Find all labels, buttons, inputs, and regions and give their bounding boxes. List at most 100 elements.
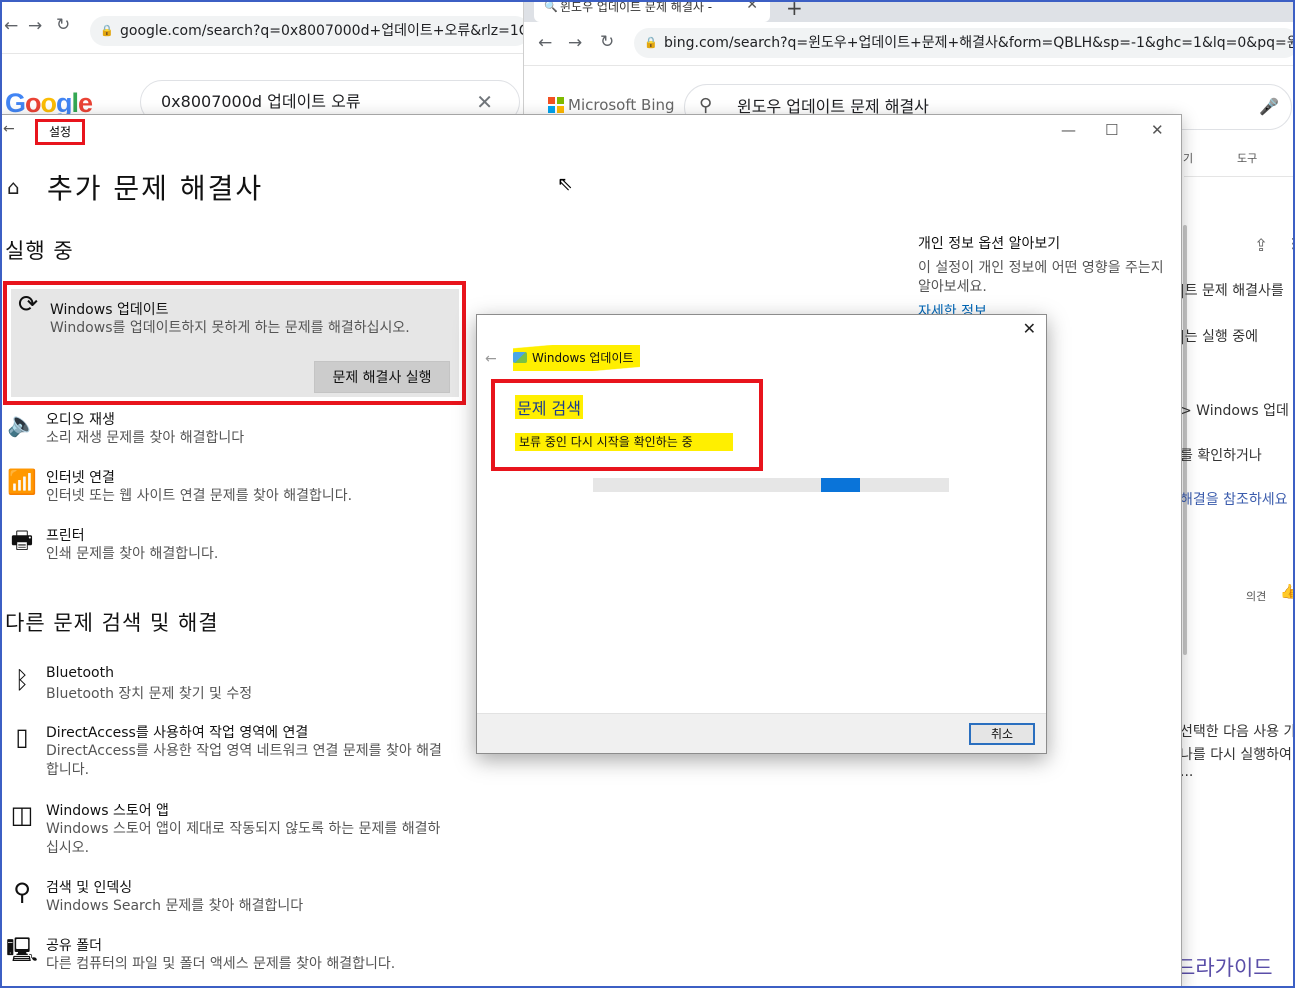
bluetooth-icon: ᛒ	[14, 666, 30, 694]
bing-logo[interactable]: Microsoft Bing	[548, 96, 675, 114]
progress-indicator	[821, 478, 860, 492]
network-folder-icon: 🖳	[5, 936, 39, 964]
home-icon[interactable]: ⌂	[7, 175, 20, 199]
site-watermark: 드라가이드	[1176, 956, 1273, 980]
mouse-cursor-icon: ⇖	[557, 173, 573, 195]
troubleshooter-internet[interactable]: 📶 인터넷 연결 인터넷 또는 웹 사이트 연결 문제를 찾아 해결합니다.	[5, 467, 475, 519]
feedback-label[interactable]: 의견	[1246, 588, 1266, 604]
lock-icon: 🔒	[644, 36, 658, 49]
bing-filter-partial[interactable]: 기	[1183, 150, 1193, 166]
item-name: 공유 폴더	[46, 938, 102, 954]
thumbs-up-icon[interactable]: 👍	[1280, 584, 1295, 600]
result-snippet-link[interactable]: 해결을 참조하세요	[1180, 489, 1288, 509]
dialog-title: Windows 업데이트	[513, 345, 640, 371]
item-desc: 인쇄 문제를 찾아 해결합니다.	[46, 546, 219, 562]
troubleshooter-dialog: ✕ ← Windows 업데이트 문제 검색 보류 중인 다시 시작을 확인하는…	[476, 314, 1047, 754]
printer-icon: 🖶	[10, 526, 34, 554]
back-arrow-icon[interactable]: ←	[538, 33, 552, 53]
close-tab-icon[interactable]: ✕	[746, 0, 758, 12]
maximize-icon[interactable]: ☐	[1105, 121, 1118, 139]
google-url-text: google.com/search?q=0x8007000d+업데이트+오류&r…	[120, 23, 530, 39]
item-desc: Bluetooth 장치 문제 찾기 및 수정	[46, 686, 253, 702]
sync-icon: ⟳	[17, 290, 39, 318]
other-section-header: 다른 문제 검색 및 해결	[5, 611, 219, 635]
item-name: Bluetooth	[46, 665, 114, 681]
troubleshooter-printer[interactable]: 🖶 프린터 인쇄 문제를 찾아 해결합니다.	[5, 525, 475, 577]
back-arrow-icon[interactable]: ←	[485, 351, 497, 367]
item-name: 검색 및 인덱싱	[46, 880, 133, 896]
privacy-text: 이 설정이 개인 정보에 어떤 영향을 주는지 알아보세요.	[918, 260, 1164, 295]
search-icon: 🔍	[544, 0, 558, 13]
google-search-query: 0x8007000d 업데이트 오류	[161, 92, 361, 111]
microsoft-logo-icon	[548, 97, 564, 113]
google-url-field[interactable]: 🔒 google.com/search?q=0x8007000d+업데이트+오류…	[90, 16, 530, 46]
windows-update-item[interactable]: ⟳ Windows 업데이트 Windows를 업데이트하지 못하게 하는 문제…	[11, 289, 459, 397]
bing-url-text: bing.com/search?q=윈도우+업데이트+문제+해결사&form=Q…	[664, 35, 1295, 51]
more-icon[interactable]: ⋮	[1286, 236, 1295, 252]
close-icon[interactable]: ✕	[1023, 319, 1036, 338]
phone-icon: ▯	[15, 723, 29, 751]
windows-update-highlight: ⟳ Windows 업데이트 Windows를 업데이트하지 못하게 하는 문제…	[3, 281, 466, 405]
google-address-bar-area: ← → ↻ 🔒 google.com/search?q=0x8007000d+업…	[2, 2, 542, 54]
running-section-header: 실행 중	[5, 239, 74, 263]
lock-icon: 🔒	[100, 24, 114, 37]
result-snippet: 선택한 다음 사용 가	[1180, 724, 1295, 740]
troubleshooter-directaccess[interactable]: ▯ DirectAccess를 사용하여 작업 영역에 연결 DirectAcc…	[5, 722, 475, 794]
settings-title-bar: ← 설정 — ☐ ✕	[1, 115, 1181, 149]
troubleshooter-bluetooth[interactable]: ᛒ Bluetooth Bluetooth 장치 문제 찾기 및 수정	[5, 665, 475, 717]
troubleshooter-audio[interactable]: 🔈 오디오 재생 소리 재생 문제를 찾아 해결합니다	[5, 409, 475, 461]
search-icon: ⚲	[13, 878, 31, 906]
settings-window-title: 설정	[35, 119, 85, 145]
windows-update-icon	[513, 352, 527, 363]
detecting-highlight: 문제 검색 보류 중인 다시 시작을 확인하는 중	[491, 379, 763, 471]
item-desc: DirectAccess를 사용한 작업 영역 네트워크 연결 문제를 찾아 해…	[46, 743, 442, 778]
troubleshooter-store-apps[interactable]: ◫ Windows 스토어 앱 Windows 스토어 앱이 제대로 작동되지 …	[5, 800, 475, 872]
result-snippet: ...	[1180, 764, 1194, 780]
result-snippet: |트 문제 해결사를	[1180, 283, 1284, 299]
cancel-button[interactable]: 취소	[969, 723, 1035, 745]
microphone-icon[interactable]: 🎤	[1259, 85, 1279, 129]
result-snippet: 를 확인하거나	[1180, 448, 1262, 464]
wifi-icon: 📶	[7, 468, 37, 496]
troubleshooter-shared-folders[interactable]: 🖳 공유 폴더 다른 컴퓨터의 파일 및 폴더 액세스 문제를 찾아 해결합니다…	[5, 935, 475, 987]
share-icon[interactable]: ⇪	[1254, 236, 1268, 256]
minimize-icon[interactable]: —	[1061, 121, 1076, 139]
item-name: 인터넷 연결	[46, 470, 115, 486]
reload-icon[interactable]: ↻	[600, 32, 614, 52]
windows-update-name: Windows 업데이트	[50, 302, 169, 318]
privacy-header: 개인 정보 옵션 알아보기	[918, 236, 1061, 252]
reload-icon[interactable]: ↻	[56, 15, 70, 35]
new-tab-icon[interactable]: +	[786, 0, 803, 20]
item-name: 오디오 재생	[46, 412, 115, 428]
forward-arrow-icon[interactable]: →	[568, 33, 582, 53]
item-desc: 다른 컴퓨터의 파일 및 폴더 액세스 문제를 찾아 해결합니다.	[46, 956, 396, 972]
item-desc: 인터넷 또는 웹 사이트 연결 문제를 찾아 해결합니다.	[46, 488, 353, 504]
bing-logo-text: Microsoft Bing	[568, 96, 675, 114]
store-app-icon: ◫	[10, 801, 34, 829]
forward-arrow-icon[interactable]: →	[28, 16, 42, 36]
bing-url-field[interactable]: 🔒 bing.com/search?q=윈도우+업데이트+문제+해결사&form…	[634, 28, 1295, 58]
divider	[1184, 176, 1295, 177]
dialog-title-text: Windows 업데이트	[532, 351, 634, 365]
bing-tab-title: 윈도우 업데이트 문제 해결사 -	[560, 0, 713, 14]
page-title: 추가 문제 해결사	[47, 172, 264, 205]
back-arrow-icon[interactable]: ←	[3, 121, 15, 137]
close-icon[interactable]: ✕	[1151, 121, 1164, 139]
item-name: DirectAccess를 사용하여 작업 영역에 연결	[46, 725, 309, 741]
troubleshooter-search-indexing[interactable]: ⚲ 검색 및 인덱싱 Windows Search 문제를 찾아 해결합니다	[5, 877, 475, 929]
result-snippet: |는 실행 중에	[1180, 329, 1259, 345]
bing-tab-strip: 🔍 윈도우 업데이트 문제 해결사 - ✕ +	[524, 0, 1295, 22]
item-name: 프린터	[46, 528, 85, 544]
bing-address-bar-area: ← → ↻ 🔒 bing.com/search?q=윈도우+업데이트+문제+해결…	[524, 22, 1295, 66]
item-desc: 소리 재생 문제를 찾아 해결합니다	[46, 430, 245, 446]
run-troubleshooter-button[interactable]: 문제 해결사 실행	[314, 361, 450, 393]
bing-filter-tools[interactable]: 도구	[1237, 150, 1257, 166]
progress-bar	[593, 478, 949, 492]
result-snippet: 나를 다시 실행하여	[1180, 747, 1292, 763]
back-arrow-icon[interactable]: ←	[4, 16, 18, 36]
item-name: Windows 스토어 앱	[46, 803, 169, 819]
result-snippet: > Windows 업데	[1180, 403, 1289, 419]
detecting-heading: 문제 검색	[515, 395, 583, 419]
bing-tab[interactable]: 🔍 윈도우 업데이트 문제 해결사 - ✕	[534, 0, 770, 22]
dialog-footer: 취소	[477, 713, 1046, 753]
